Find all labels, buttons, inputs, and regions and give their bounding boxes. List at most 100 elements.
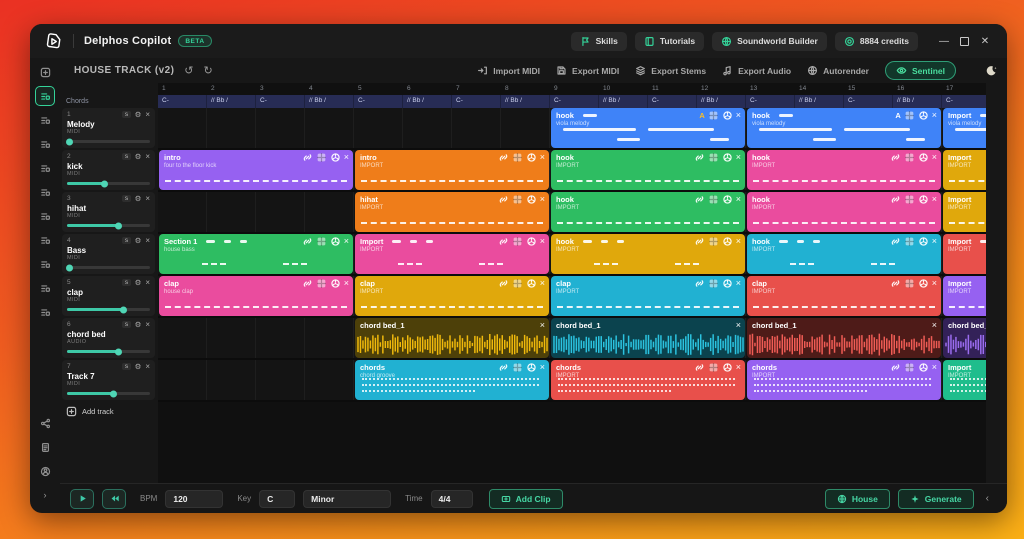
- link-icon[interactable]: [498, 152, 509, 163]
- link-icon[interactable]: [890, 194, 901, 205]
- grid-icon[interactable]: [904, 194, 915, 205]
- link-icon[interactable]: [890, 152, 901, 163]
- midi-clip[interactable]: intro × four to the floor kick: [159, 150, 353, 190]
- chord-cell[interactable]: C-: [844, 95, 893, 108]
- track-item[interactable]: 7 s ⚙ × Track 7 MIDI: [62, 360, 155, 400]
- chord-cell[interactable]: C-: [256, 95, 305, 108]
- wheel-icon[interactable]: [526, 236, 537, 247]
- chord-cell[interactable]: // Bb /: [305, 95, 354, 108]
- midi-clip[interactable]: Import A× viola melody: [943, 108, 986, 148]
- midi-clip[interactable]: hihat × IMPORT: [355, 192, 549, 232]
- clip-delete-icon[interactable]: ×: [540, 237, 545, 246]
- sidebar-item-track-10[interactable]: [35, 302, 55, 322]
- midi-clip[interactable]: clap × IMPORT: [551, 276, 745, 316]
- clip-a-badge[interactable]: A: [895, 111, 900, 120]
- midi-clip[interactable]: hook × IMPORT: [551, 192, 745, 232]
- skills-button[interactable]: Skills: [570, 31, 627, 51]
- clip-delete-icon[interactable]: ×: [932, 195, 937, 204]
- add-track-button[interactable]: Add track: [66, 406, 155, 417]
- solo-button[interactable]: s: [122, 236, 131, 245]
- export-stems-button[interactable]: Export Stems: [635, 65, 706, 76]
- clip-delete-icon[interactable]: ×: [540, 153, 545, 162]
- track-settings-icon[interactable]: ⚙: [135, 320, 142, 329]
- solo-button[interactable]: s: [122, 110, 131, 119]
- volume-slider[interactable]: [67, 390, 150, 397]
- grid-icon[interactable]: [708, 362, 719, 373]
- redo-icon[interactable]: ↻: [204, 64, 213, 77]
- link-icon[interactable]: [890, 236, 901, 247]
- link-icon[interactable]: [498, 194, 509, 205]
- solo-button[interactable]: s: [122, 362, 131, 371]
- grid-icon[interactable]: [316, 236, 327, 247]
- volume-slider[interactable]: [66, 264, 150, 271]
- link-icon[interactable]: [890, 362, 901, 373]
- chord-cell[interactable]: C-: [942, 95, 986, 108]
- chord-cell[interactable]: // Bb /: [207, 95, 256, 108]
- maximize-button[interactable]: [960, 36, 969, 46]
- midi-clip[interactable]: hook A × viola melody: [551, 108, 745, 148]
- wheel-icon[interactable]: [918, 362, 929, 373]
- grid-icon[interactable]: [316, 278, 327, 289]
- wheel-icon[interactable]: [722, 236, 733, 247]
- chord-cell[interactable]: // Bb /: [795, 95, 844, 108]
- chord-cell[interactable]: C-: [452, 95, 501, 108]
- sidebar-item-track-3[interactable]: [35, 134, 55, 154]
- wheel-icon[interactable]: [722, 110, 733, 121]
- grid-icon[interactable]: [708, 236, 719, 247]
- sidebar-item-track-8[interactable]: [35, 254, 55, 274]
- add-clip-button[interactable]: Add Clip: [488, 488, 563, 509]
- midi-clip[interactable]: chords × IMPORT: [551, 360, 745, 400]
- clip-delete-icon[interactable]: ×: [540, 363, 545, 372]
- midi-clip[interactable]: chords × IMPORT: [747, 360, 941, 400]
- autorender-button[interactable]: Autorender: [807, 65, 869, 76]
- track-delete-icon[interactable]: ×: [145, 320, 150, 329]
- track-settings-icon[interactable]: ⚙: [135, 152, 142, 161]
- midi-clip[interactable]: hook × IMPORT: [747, 192, 941, 232]
- link-icon[interactable]: [302, 236, 313, 247]
- wheel-icon[interactable]: [918, 194, 929, 205]
- midi-clip[interactable]: hook A × viola melody: [747, 108, 941, 148]
- link-icon[interactable]: [694, 236, 705, 247]
- clip-delete-icon[interactable]: ×: [932, 320, 937, 330]
- grid-icon[interactable]: [904, 152, 915, 163]
- wheel-icon[interactable]: [722, 194, 733, 205]
- solo-button[interactable]: s: [122, 194, 131, 203]
- sidebar-item-track-6[interactable]: [35, 206, 55, 226]
- tutorials-button[interactable]: Tutorials: [634, 31, 705, 51]
- grid-icon[interactable]: [708, 194, 719, 205]
- grid-icon[interactable]: [904, 362, 915, 373]
- generate-button[interactable]: Generate: [897, 488, 974, 509]
- docs-button[interactable]: [35, 437, 55, 457]
- rewind-button[interactable]: [102, 488, 126, 509]
- time-input[interactable]: 4/4: [430, 489, 473, 508]
- clip-delete-icon[interactable]: ×: [344, 279, 349, 288]
- midi-clip[interactable]: hook × IMPORT: [747, 150, 941, 190]
- clip-delete-icon[interactable]: ×: [540, 195, 545, 204]
- sidebar-item-track-2[interactable]: [35, 110, 55, 130]
- grid-icon[interactable]: [708, 278, 719, 289]
- clip-delete-icon[interactable]: ×: [344, 153, 349, 162]
- link-icon[interactable]: [890, 278, 901, 289]
- wheel-icon[interactable]: [918, 278, 929, 289]
- account-button[interactable]: [35, 461, 55, 481]
- chord-row[interactable]: C-// Bb / C-// Bb / C-// Bb / C-// Bb / C-//…: [158, 95, 986, 108]
- midi-clip[interactable]: clap × house clap: [159, 276, 353, 316]
- midi-clip[interactable]: Import × IMPORT: [943, 234, 986, 274]
- wheel-icon[interactable]: [526, 278, 537, 289]
- midi-clip[interactable]: Import × IMPORT: [943, 276, 986, 316]
- track-item[interactable]: 6 s ⚙ × chord bed AUDIO: [62, 318, 155, 358]
- clip-delete-icon[interactable]: ×: [736, 320, 741, 330]
- midi-clip[interactable]: hook × IMPORT: [551, 234, 745, 274]
- sidebar-item-track-9[interactable]: [35, 278, 55, 298]
- midi-clip[interactable]: hook × IMPORT: [551, 150, 745, 190]
- volume-slider[interactable]: [66, 138, 150, 145]
- sidebar-item-track-7[interactable]: [35, 230, 55, 250]
- grid-icon[interactable]: [512, 362, 523, 373]
- volume-slider[interactable]: [67, 348, 150, 355]
- collapse-chevron[interactable]: ‹: [982, 493, 993, 504]
- volume-slider[interactable]: [67, 180, 150, 187]
- sidebar-item-track-1[interactable]: [35, 86, 55, 106]
- link-icon[interactable]: [302, 152, 313, 163]
- midi-clip[interactable]: Import × IMPORT: [943, 192, 986, 232]
- soundworld-builder-button[interactable]: Soundworld Builder: [712, 31, 827, 51]
